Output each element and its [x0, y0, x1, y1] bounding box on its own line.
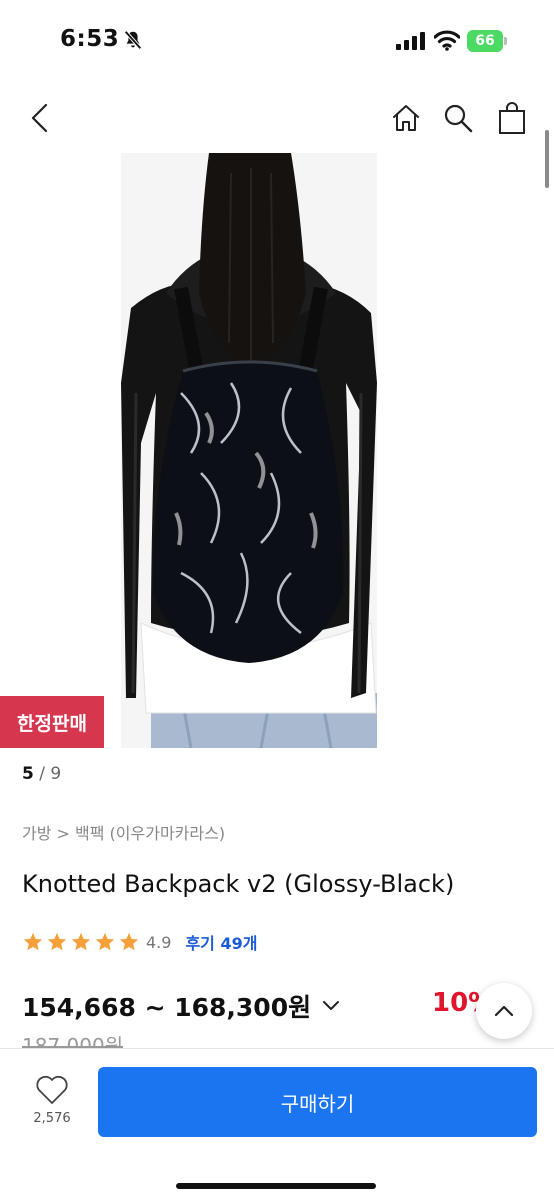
price-row: 154,668 ~ 168,300원: [22, 988, 341, 1024]
product-image[interactable]: [121, 153, 377, 748]
breadcrumb[interactable]: 가방 > 백팩 (이우가마카라스): [22, 820, 225, 844]
price-range: 154,668 ~ 168,300원: [22, 993, 312, 1022]
mute-icon: [124, 30, 142, 50]
bottom-action-bar: 2,576 구매하기: [0, 1048, 554, 1200]
cart-button[interactable]: [492, 98, 532, 138]
battery-icon: 66: [467, 30, 507, 52]
signal-icon: [396, 32, 425, 50]
status-time: 6:53: [60, 26, 120, 52]
like-count: 2,576: [33, 1111, 71, 1126]
home-indicator: [176, 1183, 376, 1189]
home-button[interactable]: [386, 98, 426, 138]
rating-value: 4.9: [146, 932, 172, 952]
search-button[interactable]: [438, 98, 478, 138]
nav-bar: [0, 90, 554, 150]
home-icon: [393, 105, 419, 131]
star-icon: [71, 932, 91, 951]
original-price: 187,000원: [22, 1034, 124, 1050]
buy-button[interactable]: 구매하기: [98, 1067, 537, 1137]
pager-current: 5: [22, 764, 34, 784]
review-count-link[interactable]: 후기 49개: [185, 930, 257, 954]
star-icon: [47, 932, 67, 951]
backpack-model-illustration: [121, 153, 377, 748]
chevron-down-icon[interactable]: [321, 999, 341, 1013]
limited-sale-badge: 한정판매: [0, 696, 104, 748]
heart-icon: [36, 1075, 68, 1104]
image-pager: 5 / 9: [22, 764, 62, 784]
star-icon: [23, 932, 43, 951]
wifi-icon: [434, 30, 460, 51]
star-icon: [95, 932, 115, 951]
star-icon: [119, 932, 139, 951]
scroll-top-button[interactable]: [476, 983, 532, 1039]
like-button[interactable]: 2,576: [24, 1075, 80, 1135]
back-chevron-icon: [31, 103, 48, 133]
pager-total: 9: [50, 764, 62, 784]
chevron-up-icon: [494, 1005, 514, 1017]
shopping-bag-icon: [499, 102, 525, 134]
battery-level: 66: [467, 30, 503, 52]
rating-row: 4.9 후기 49개: [22, 928, 257, 956]
scroll-indicator[interactable]: [545, 130, 549, 188]
product-title: Knotted Backpack v2 (Glossy-Black): [22, 870, 455, 898]
back-button[interactable]: [20, 98, 60, 138]
search-icon: [444, 104, 473, 133]
status-bar: 6:53 66: [0, 0, 554, 84]
rating-stars: [22, 931, 140, 953]
